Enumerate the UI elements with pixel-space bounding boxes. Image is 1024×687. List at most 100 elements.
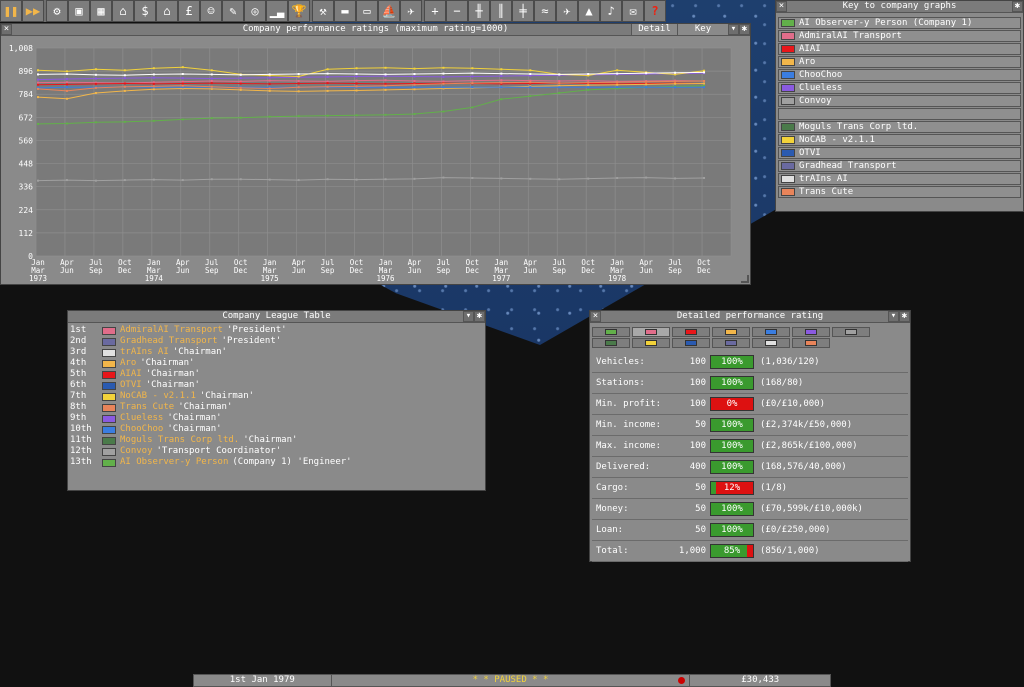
company-tab[interactable] [672, 338, 710, 348]
landscaping-icon[interactable]: ▲ [578, 0, 600, 22]
industries-icon[interactable]: ⚒ [312, 0, 334, 22]
key-entry[interactable]: Clueless [778, 82, 1021, 94]
league-row[interactable]: 5th AIAI 'Chairman' [70, 369, 200, 380]
company-tab[interactable] [792, 327, 830, 337]
key-entry[interactable]: Trans Cute [778, 186, 1021, 198]
company-tab[interactable] [592, 327, 630, 337]
fast-forward-icon[interactable]: ▶▶ [22, 0, 44, 22]
pin-icon[interactable]: ✱ [899, 311, 910, 322]
company-tab[interactable] [752, 338, 790, 348]
pin-icon[interactable]: ✱ [1012, 1, 1023, 12]
map-icon[interactable]: ▦ [90, 0, 112, 22]
music-icon[interactable]: ♪ [600, 0, 622, 22]
series-point [65, 77, 68, 80]
company-tab[interactable] [752, 327, 790, 337]
league-row[interactable]: 8th Trans Cute 'Chairman' [70, 402, 232, 413]
y-tick-label: 1,008 [9, 44, 33, 53]
subsidies-icon[interactable]: $ [134, 0, 156, 22]
story-icon[interactable]: ✎ [222, 0, 244, 22]
collapse-icon[interactable]: ▾ [728, 24, 739, 35]
series-point [297, 80, 300, 83]
build-water-icon[interactable]: ≈ [534, 0, 556, 22]
stations-icon[interactable]: ⌂ [156, 0, 178, 22]
pin-icon[interactable]: ✱ [739, 24, 750, 35]
settings-icon[interactable]: ⚙ [46, 0, 68, 22]
messages-icon[interactable]: ✉ [622, 0, 644, 22]
league-row[interactable]: 7th NoCAB - v2.1.1 'Chairman' [70, 391, 254, 402]
goals-icon[interactable]: ◎ [244, 0, 266, 22]
key-window-titlebar[interactable]: Key to company graphs [776, 1, 1023, 13]
company-tab[interactable] [832, 327, 870, 337]
series-point [674, 71, 677, 74]
performance-detail: (168/80) [760, 377, 804, 388]
key-entry[interactable]: Convoy [778, 95, 1021, 107]
league-row[interactable]: 3rd trAIns AI 'Chairman' [70, 347, 227, 358]
key-entry[interactable]: Gradhead Transport [778, 160, 1021, 172]
zoom-in-icon[interactable]: + [424, 0, 446, 22]
league-icon[interactable]: 🏆 [288, 0, 310, 22]
league-row[interactable]: 12th Convoy 'Transport Coordinator' [70, 446, 281, 457]
aircraft-icon[interactable]: ✈ [400, 0, 422, 22]
close-icon[interactable]: × [590, 311, 601, 322]
key-entry[interactable]: AI Observer-y Person (Company 1) [778, 17, 1021, 29]
close-icon[interactable]: × [776, 1, 787, 12]
save-icon[interactable]: ▣ [68, 0, 90, 22]
pin-icon[interactable]: ✱ [474, 311, 485, 322]
road-vehicles-icon[interactable]: ▭ [356, 0, 378, 22]
perf-window-titlebar[interactable]: Detailed performance rating [590, 311, 910, 323]
company-icon[interactable]: ☺ [200, 0, 222, 22]
key-entry[interactable]: OTVI [778, 147, 1021, 159]
company-tab[interactable] [712, 327, 750, 337]
key-entry[interactable]: Aro [778, 56, 1021, 68]
resize-grip-icon[interactable] [741, 275, 749, 283]
collapse-icon[interactable]: ▾ [463, 311, 474, 322]
company-color-swatch [781, 136, 795, 144]
close-icon[interactable]: × [1, 24, 12, 35]
league-company-title: 'Chairman' [243, 435, 298, 445]
build-road-icon[interactable]: ║ [490, 0, 512, 22]
trains-icon[interactable]: ▬ [334, 0, 356, 22]
league-row[interactable]: 10th ChooChoo 'Chairman' [70, 424, 222, 435]
zoom-out-icon[interactable]: − [446, 0, 468, 22]
town-directory-icon[interactable]: ⌂ [112, 0, 134, 22]
league-company-title: 'Chairman' [172, 347, 227, 357]
key-entry[interactable]: AIAI [778, 43, 1021, 55]
finances-icon[interactable]: £ [178, 0, 200, 22]
key-entry[interactable]: AdmiralAI Transport [778, 30, 1021, 42]
pause-icon[interactable]: ❚❚ [0, 0, 22, 22]
detail-button[interactable]: Detail [631, 24, 677, 35]
series-point [326, 75, 329, 78]
league-row[interactable]: 11th Moguls Trans Corp ltd. 'Chairman' [70, 435, 297, 446]
league-row[interactable]: 2nd Gradhead Transport 'President' [70, 336, 281, 347]
graphs-icon[interactable]: ▁▃ [266, 0, 288, 22]
help-icon[interactable]: ? [644, 0, 666, 22]
league-row[interactable]: 13th AI Observer-y Person (Company 1) 'Eng… [70, 457, 352, 468]
key-entry[interactable]: ChooChoo [778, 69, 1021, 81]
key-entry[interactable]: Moguls Trans Corp ltd. [778, 121, 1021, 133]
company-tab[interactable] [712, 338, 750, 348]
key-entry[interactable]: NoCAB - v2.1.1 [778, 134, 1021, 146]
series-point [500, 72, 503, 75]
league-row[interactable]: 4th Aro 'Chairman' [70, 358, 194, 369]
company-tab[interactable] [592, 338, 630, 348]
key-entry[interactable]: trAIns AI [778, 173, 1021, 185]
company-tab[interactable] [672, 327, 710, 337]
build-air-icon[interactable]: ✈ [556, 0, 578, 22]
key-button[interactable]: Key [677, 24, 728, 35]
build-rail-icon[interactable]: ╫ [468, 0, 490, 22]
league-row[interactable]: 6th OTVI 'Chairman' [70, 380, 200, 391]
performance-max-points: 100 [689, 440, 706, 451]
company-flag-icon [605, 340, 617, 346]
performance-label: Min. profit: [596, 398, 662, 409]
series-point [268, 79, 271, 82]
league-row[interactable]: 1st AdmiralAI Transport 'President' [70, 325, 287, 336]
collapse-icon[interactable]: ▾ [888, 311, 899, 322]
key-entry[interactable] [778, 108, 1021, 120]
company-tab[interactable] [632, 338, 670, 348]
company-tab[interactable] [632, 327, 670, 337]
ships-icon[interactable]: ⛵ [378, 0, 400, 22]
build-tramway-icon[interactable]: ╪ [512, 0, 534, 22]
league-window-titlebar[interactable]: Company League Table [68, 311, 485, 323]
company-tab[interactable] [792, 338, 830, 348]
league-row[interactable]: 9th Clueless 'Chairman' [70, 413, 222, 424]
